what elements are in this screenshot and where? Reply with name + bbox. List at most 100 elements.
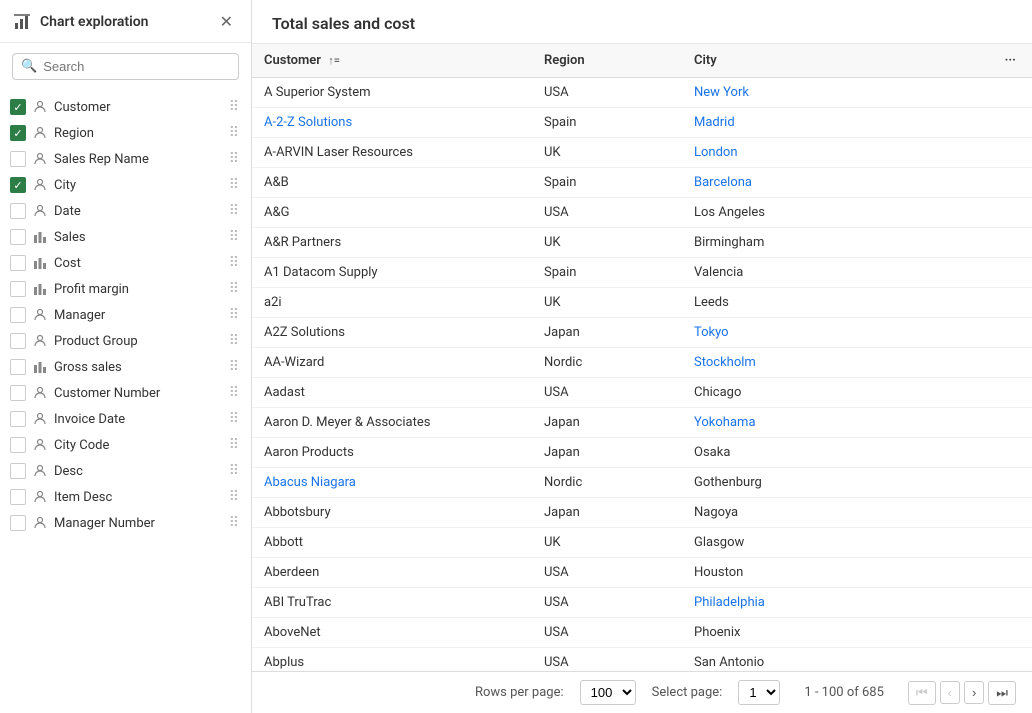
field-checkbox-manager[interactable] (10, 307, 26, 323)
field-icon-sales (32, 229, 48, 245)
field-checkbox-sales_rep_name[interactable] (10, 151, 26, 167)
cell-city[interactable]: London (682, 138, 882, 168)
col-header-region[interactable]: Region (532, 44, 682, 78)
main-content: Total sales and cost Customer ↑= Region … (252, 0, 1032, 713)
cell-region: Spain (532, 168, 682, 198)
first-page-button[interactable]: ⏮ (908, 681, 936, 705)
next-page-button[interactable]: › (964, 681, 984, 704)
col-header-city[interactable]: City (682, 44, 882, 78)
field-item-cost[interactable]: Cost⠿ (0, 250, 251, 276)
field-item-sales_rep_name[interactable]: Sales Rep Name⠿ (0, 146, 251, 172)
cell-city[interactable]: Madrid (682, 108, 882, 138)
cell-customer: A&B (252, 168, 532, 198)
cell-customer[interactable]: Abacus Niagara (252, 468, 532, 498)
cell-customer: Abbotsbury (252, 498, 532, 528)
field-item-customer_number[interactable]: Customer Number⠿ (0, 380, 251, 406)
cell-customer: AA-Wizard (252, 348, 532, 378)
field-icon-region (32, 125, 48, 141)
cell-city: Birmingham (682, 228, 882, 258)
field-checkbox-item_desc[interactable] (10, 489, 26, 505)
field-item-gross_sales[interactable]: Gross sales⠿ (0, 354, 251, 380)
drag-handle-cost[interactable]: ⠿ (227, 255, 241, 271)
field-item-item_desc[interactable]: Item Desc⠿ (0, 484, 251, 510)
cell-customer: AboveNet (252, 618, 532, 648)
field-checkbox-region[interactable] (10, 125, 26, 141)
table-row: AboveNetUSAPhoenix (252, 618, 1032, 648)
cell-city: Nagoya (682, 498, 882, 528)
field-label-profit_margin: Profit margin (54, 282, 221, 297)
drag-handle-sales[interactable]: ⠿ (227, 229, 241, 245)
field-checkbox-customer[interactable] (10, 99, 26, 115)
cell-customer: Aberdeen (252, 558, 532, 588)
drag-handle-profit_margin[interactable]: ⠿ (227, 281, 241, 297)
field-checkbox-sales[interactable] (10, 229, 26, 245)
field-item-date[interactable]: Date⠿ (0, 198, 251, 224)
table-row: AbplusUSASan Antonio (252, 648, 1032, 672)
field-item-sales[interactable]: Sales⠿ (0, 224, 251, 250)
cell-customer[interactable]: A-2-Z Solutions (252, 108, 532, 138)
cell-city: Osaka (682, 438, 882, 468)
drag-handle-sales_rep_name[interactable]: ⠿ (227, 151, 241, 167)
field-checkbox-customer_number[interactable] (10, 385, 26, 401)
drag-handle-gross_sales[interactable]: ⠿ (227, 359, 241, 375)
search-input[interactable] (43, 59, 230, 74)
cell-city[interactable]: Barcelona (682, 168, 882, 198)
cell-customer: Aadast (252, 378, 532, 408)
field-checkbox-date[interactable] (10, 203, 26, 219)
drag-handle-product_group[interactable]: ⠿ (227, 333, 241, 349)
select-page-select[interactable]: 1 2 3 4 5 6 7 (738, 680, 780, 705)
drag-handle-customer_number[interactable]: ⠿ (227, 385, 241, 401)
field-item-customer[interactable]: Customer⠿ (0, 94, 251, 120)
field-checkbox-desc[interactable] (10, 463, 26, 479)
drag-handle-item_desc[interactable]: ⠿ (227, 489, 241, 505)
drag-handle-manager_number[interactable]: ⠿ (227, 515, 241, 531)
cell-extra (882, 498, 1032, 528)
cell-region: USA (532, 648, 682, 672)
field-checkbox-invoice_date[interactable] (10, 411, 26, 427)
cell-region: Japan (532, 318, 682, 348)
field-icon-cost (32, 255, 48, 271)
drag-handle-customer[interactable]: ⠿ (227, 99, 241, 115)
drag-handle-invoice_date[interactable]: ⠿ (227, 411, 241, 427)
table-container[interactable]: Customer ↑= Region City ··· A Superior S… (252, 44, 1032, 671)
col-header-more[interactable]: ··· (882, 44, 1032, 78)
cell-city[interactable]: Stockholm (682, 348, 882, 378)
cell-city[interactable]: Tokyo (682, 318, 882, 348)
table-row: A&GUSALos Angeles (252, 198, 1032, 228)
drag-handle-manager[interactable]: ⠿ (227, 307, 241, 323)
table-row: AbbotsburyJapanNagoya (252, 498, 1032, 528)
field-item-city_code[interactable]: City Code⠿ (0, 432, 251, 458)
drag-handle-city_code[interactable]: ⠿ (227, 437, 241, 453)
drag-handle-date[interactable]: ⠿ (227, 203, 241, 219)
field-item-profit_margin[interactable]: Profit margin ⠿ (0, 276, 251, 302)
drag-handle-region[interactable]: ⠿ (227, 125, 241, 141)
field-item-manager[interactable]: Manager⠿ (0, 302, 251, 328)
field-item-product_group[interactable]: Product Group⠿ (0, 328, 251, 354)
cell-city[interactable]: Yokohama (682, 408, 882, 438)
field-checkbox-city_code[interactable] (10, 437, 26, 453)
field-icon-item_desc (32, 489, 48, 505)
rows-per-page-select[interactable]: 100 10 25 50 (580, 680, 636, 705)
cell-city[interactable]: New York (682, 78, 882, 108)
field-checkbox-product_group[interactable] (10, 333, 26, 349)
field-item-invoice_date[interactable]: Invoice Date⠿ (0, 406, 251, 432)
prev-page-button[interactable]: ‹ (940, 681, 960, 704)
cell-region: USA (532, 378, 682, 408)
last-page-button[interactable]: ⏭ (988, 681, 1016, 705)
field-item-manager_number[interactable]: Manager Number⠿ (0, 510, 251, 536)
field-item-region[interactable]: Region⠿ (0, 120, 251, 146)
col-header-customer[interactable]: Customer ↑= (252, 44, 532, 78)
field-item-desc[interactable]: Desc⠿ (0, 458, 251, 484)
cell-region: UK (532, 528, 682, 558)
field-icon-city_code (32, 437, 48, 453)
field-checkbox-profit_margin[interactable] (10, 281, 26, 297)
drag-handle-desc[interactable]: ⠿ (227, 463, 241, 479)
field-checkbox-cost[interactable] (10, 255, 26, 271)
drag-handle-city[interactable]: ⠿ (227, 177, 241, 193)
close-button[interactable]: ✕ (216, 12, 237, 32)
field-checkbox-manager_number[interactable] (10, 515, 26, 531)
field-checkbox-gross_sales[interactable] (10, 359, 26, 375)
field-item-city[interactable]: City⠿ (0, 172, 251, 198)
cell-city[interactable]: Philadelphia (682, 588, 882, 618)
field-checkbox-city[interactable] (10, 177, 26, 193)
